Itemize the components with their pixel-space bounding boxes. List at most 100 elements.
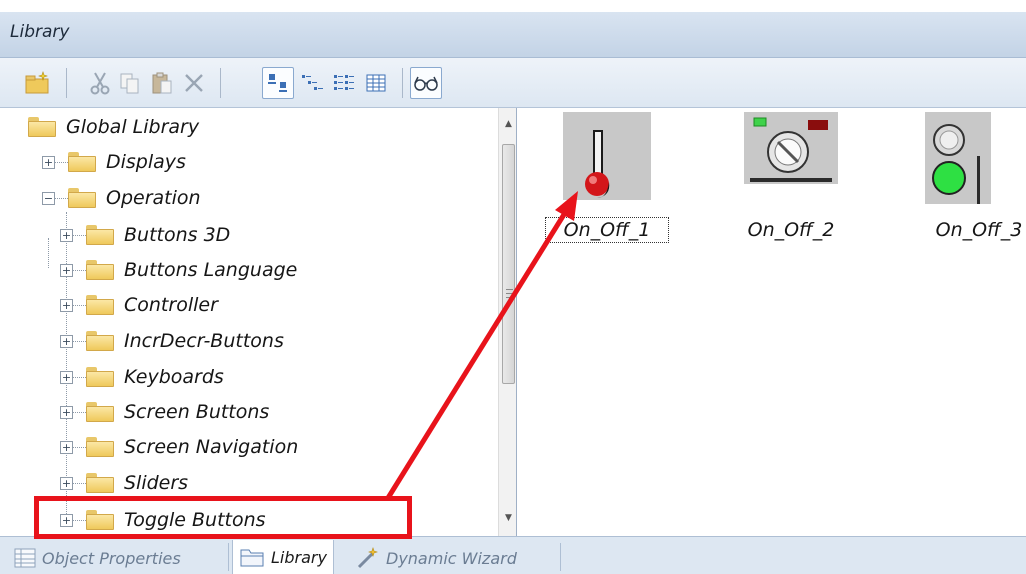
cut-icon <box>90 72 110 95</box>
tree-node-incrdecr-buttons[interactable]: + IncrDecr-Buttons <box>60 324 284 358</box>
open-folder-icon <box>68 188 96 208</box>
tab-separator <box>228 543 229 571</box>
wizard-icon <box>357 547 378 569</box>
expand-icon[interactable]: + <box>60 370 73 384</box>
folder-icon <box>86 402 114 422</box>
folder-icon <box>86 260 114 280</box>
tree-node-buttons-language[interactable]: + Buttons Language <box>60 253 297 287</box>
tab-label: Object Properties <box>42 548 181 568</box>
copy-icon <box>120 73 139 94</box>
tree-connector-line <box>73 446 86 448</box>
tree-node-label: IncrDecr-Buttons <box>124 330 284 352</box>
small-icons-view-button[interactable] <box>296 67 328 99</box>
item-thumbnail <box>744 112 838 184</box>
details-view-icon <box>366 74 386 92</box>
expand-icon[interactable]: + <box>60 228 73 242</box>
tree-node-label: Global Library <box>66 116 200 138</box>
library-item-on-off-1[interactable]: On_Off_1 <box>545 112 669 262</box>
tree-node-keyboards[interactable]: + Keyboards <box>60 360 224 394</box>
large-icons-view-icon <box>268 74 287 92</box>
large-icons-view-button[interactable] <box>262 67 294 99</box>
tree-node-label: Screen Navigation <box>124 436 299 458</box>
tree-node-controller[interactable]: + Controller <box>60 288 218 322</box>
list-view-button[interactable] <box>328 67 360 99</box>
library-tree: Global Library + Displays − Operation + … <box>20 108 517 536</box>
tree-connector-line <box>73 482 86 484</box>
tree-node-label: Displays <box>106 151 186 173</box>
tree-connector-line <box>73 234 86 236</box>
tree-node-buttons-3d[interactable]: + Buttons 3D <box>60 218 230 252</box>
expand-icon[interactable]: + <box>60 476 73 490</box>
tree-connector-line <box>55 197 68 199</box>
folder-icon <box>86 225 114 245</box>
tree-node-screen-buttons[interactable]: + Screen Buttons <box>60 395 269 429</box>
cut-button[interactable] <box>84 67 116 99</box>
item-thumbnail <box>563 112 651 200</box>
tree-connector-line <box>73 304 86 306</box>
expand-icon[interactable]: + <box>60 334 73 348</box>
item-label: On_Off_1 <box>545 217 669 243</box>
item-thumbnail <box>925 112 991 204</box>
properties-icon <box>14 548 36 568</box>
tree-node-operation[interactable]: − Operation <box>42 181 201 215</box>
expand-icon[interactable]: + <box>42 155 55 169</box>
top-strip <box>0 0 1026 12</box>
bottom-tab-bar: Object Properties Library Dynamic Wizard <box>0 536 1026 574</box>
tab-separator <box>560 543 561 571</box>
tree-node-sliders[interactable]: + Sliders <box>60 466 188 500</box>
copy-button[interactable] <box>114 67 146 99</box>
toolbar-separator <box>66 68 67 98</box>
traffic-light-icon <box>932 124 980 204</box>
folder-icon <box>28 117 56 137</box>
window-title: Library <box>10 22 70 42</box>
expand-icon[interactable]: + <box>60 298 73 312</box>
tree-connector-line <box>73 376 86 378</box>
preview-button[interactable] <box>410 67 442 99</box>
library-icon <box>240 549 264 567</box>
tree-connector-line <box>73 269 86 271</box>
tree-connector-line <box>55 161 68 163</box>
expand-icon[interactable]: + <box>60 405 73 419</box>
details-view-button[interactable] <box>360 67 392 99</box>
toolbar-separator <box>402 68 403 98</box>
item-label: On_Off_2 <box>747 219 835 241</box>
folder-icon <box>86 331 114 351</box>
paste-button[interactable] <box>146 67 178 99</box>
tree-node-screen-navigation[interactable]: + Screen Navigation <box>60 430 298 464</box>
tab-label: Dynamic Wizard <box>386 548 517 568</box>
library-items-view: On_Off_1 On_Off_2 On_Off_3 <box>527 108 1026 536</box>
small-icons-view-icon <box>302 75 323 90</box>
library-item-on-off-2[interactable]: On_Off_2 <box>727 112 847 262</box>
folder-icon <box>86 295 114 315</box>
tab-object-properties[interactable]: Object Properties <box>8 541 187 574</box>
tree-connector-line <box>73 411 86 413</box>
scroll-down-arrow-icon[interactable]: ▼ <box>499 508 516 528</box>
new-folder-button[interactable] <box>22 67 54 99</box>
grip-icon <box>506 289 513 298</box>
scroll-up-arrow-icon[interactable]: ▲ <box>499 114 516 134</box>
library-toolbar <box>0 58 1026 108</box>
tree-node-label: Buttons Language <box>124 259 298 281</box>
expand-icon[interactable]: + <box>60 263 73 277</box>
tree-node-label: Operation <box>106 187 201 209</box>
new-folder-icon <box>25 71 49 94</box>
item-label: On_Off_3 <box>935 219 1023 241</box>
library-item-on-off-3[interactable]: On_Off_3 <box>899 112 1022 262</box>
red-lever-switch-icon <box>585 130 610 198</box>
tree-node-label: Keyboards <box>124 366 224 388</box>
tree-node-displays[interactable]: + Displays <box>42 145 186 179</box>
delete-button[interactable] <box>178 67 210 99</box>
list-view-icon <box>334 75 354 90</box>
tree-connector-line <box>73 340 86 342</box>
paste-icon <box>152 72 172 94</box>
tree-node-label: Buttons 3D <box>124 224 231 246</box>
folder-icon <box>68 152 96 172</box>
expand-icon[interactable]: + <box>60 440 73 454</box>
scrollbar-thumb[interactable] <box>502 144 515 384</box>
annotation-highlight-box <box>34 496 412 539</box>
tab-library[interactable]: Library <box>232 540 334 574</box>
collapse-icon[interactable]: − <box>42 191 55 205</box>
tab-dynamic-wizard[interactable]: Dynamic Wizard <box>350 541 523 574</box>
tree-scrollbar[interactable]: ▲ ▼ <box>498 108 516 536</box>
tree-node-global-library[interactable]: Global Library <box>28 110 199 144</box>
